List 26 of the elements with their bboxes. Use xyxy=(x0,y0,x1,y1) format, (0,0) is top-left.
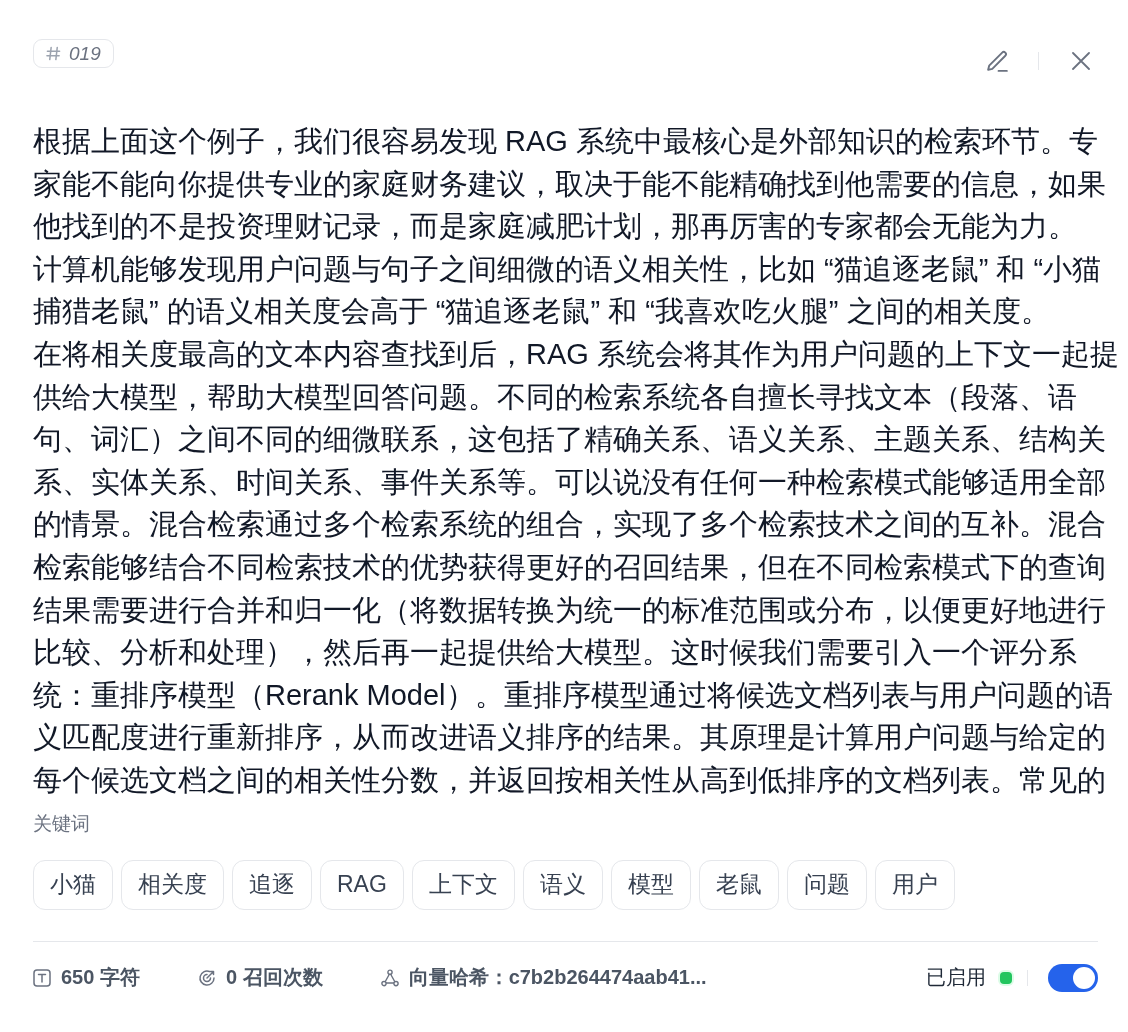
tag-number: 019 xyxy=(69,42,101,65)
close-icon xyxy=(1072,52,1090,70)
keyword-tag: 追逐 xyxy=(232,859,312,910)
keyword-tag: RAG xyxy=(320,859,404,910)
keyword-tag: 小猫 xyxy=(33,859,113,910)
keyword-tag: 用户 xyxy=(874,859,955,910)
keyword-tag: 模型 xyxy=(610,859,691,910)
stat-text: 0 召回次数 xyxy=(225,965,323,990)
toggle-switch[interactable] xyxy=(1048,963,1098,992)
stat-text: 650 字符 xyxy=(61,965,140,990)
nodes-icon xyxy=(380,968,399,987)
stat-text: 向量哈希：c7b2b264474aab41... xyxy=(408,965,707,990)
pencil-icon xyxy=(984,48,1010,74)
body-paragraph: 计算机能够发现用户问题与句子之间细微的语义相关性，比如 “猫追逐老鼠” 和 “小猫捕猎老鼠” 的语义相关度会高于 “猫追逐老鼠” 和 “我喜欢吃火腿” 之间的相关度。 xyxy=(33,251,1103,330)
text-icon xyxy=(33,968,51,987)
body-paragraph: 根据上面这个例子，我们很容易发现 RAG 系统中最核心是外部知识的检索环节。专家能不能向你提供专业的家庭财务建议，取决于能不能精确找到他需要的信息，如果他找到的不是投资理财记录，而是家庭减肥计划，那再厉害的专家都会无能为力。 xyxy=(33,124,1107,245)
hash-icon xyxy=(46,46,61,61)
keyword-tag: 语义 xyxy=(522,859,603,910)
body-paragraph: 在将相关度最高的文本内容查找到后，RAG 系统会将其作为用户问题的上下文一起提供给大模型，帮助大模型回答问题。不同的检索系统各自擅长寻找文本（段落、语句、词汇）之间不同的细微联系，这包括了精确关系、语义关系、主题关系、结构关系、实体关系、时间关系、事件关系等。可以说没有任何一种检索模式能够适用全部的情景。混合检索通过多个检索系统的组合，实现了多个检索技术之间的互补。混合检索能够结合不同检索技术的优势获得更好的召回结果，但在不同检索模式下的查询结果需要进行合并和归一化（将数据转换为统一的标准范围或分布，以便更好地进行比较、分析和处理），然后再一起提供给大模型。这时候我们需要引入一个评分系统：重排序模型（Rerank Model）。重排序模型通过将候选文档列表与用户问题的语义匹配度进行重新排序，从而改进语义排序的结果。其原理是计算用户问题与给定的每个候选文档之间的相关性分数，并返回按相关性从高到低排序的文档列表。常见的 xyxy=(33,336,1119,798)
status-label: 已启用 xyxy=(926,965,986,990)
keywords-label: 关键词 xyxy=(33,811,91,836)
keyword-tag: 老鼠 xyxy=(698,859,779,910)
circular-arrow-icon xyxy=(197,968,216,987)
keyword-tag: 上下文 xyxy=(411,859,515,910)
keyword-tag: 相关度 xyxy=(121,859,224,910)
keyword-tag: 问题 xyxy=(786,859,867,910)
